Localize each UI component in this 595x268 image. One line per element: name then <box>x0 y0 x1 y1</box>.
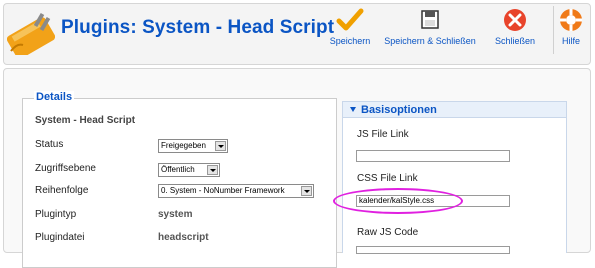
chevron-down-icon <box>215 141 226 151</box>
help-button[interactable]: Hilfe <box>556 6 586 56</box>
plugin-file-value: headscript <box>158 232 209 243</box>
details-legend: Details <box>34 91 75 103</box>
status-select-value: Freigegeben <box>161 141 206 150</box>
status-label: Status <box>35 139 64 150</box>
plugin-type-value: system <box>158 209 193 220</box>
checkmark-icon <box>336 8 364 31</box>
plug-icon <box>7 12 55 55</box>
chevron-down-icon <box>207 165 218 175</box>
page-title: Plugins: System - Head Script <box>61 17 335 38</box>
ordering-select[interactable]: 0. System - NoNumber Framework <box>158 184 314 198</box>
access-level-select-value: Öffentlich <box>161 165 195 174</box>
ordering-select-value: 0. System - NoNumber Framework <box>161 186 285 195</box>
plugin-type-label: Plugintyp <box>35 209 77 220</box>
close-button[interactable]: Schließen <box>490 6 540 56</box>
save-button[interactable]: Speichern <box>325 6 375 56</box>
toolbar-separator <box>553 6 554 54</box>
save-close-button[interactable]: Speichern & Schließen <box>380 6 480 56</box>
save-button-label: Speichern <box>329 36 371 46</box>
raw-js-code-label: Raw JS Code <box>357 227 419 238</box>
chevron-down-icon <box>301 186 312 196</box>
access-level-label: Zugriffsebene <box>35 163 96 174</box>
basic-options-header[interactable]: Basisoptionen <box>342 101 567 118</box>
access-level-select[interactable]: Öffentlich <box>158 163 220 177</box>
highlight-ellipse <box>333 188 463 214</box>
plugin-file-label: Plugindatei <box>35 232 85 243</box>
close-button-label: Schließen <box>494 36 536 46</box>
plugin-name: System - Head Script <box>35 115 136 126</box>
basic-options-title: Basisoptionen <box>361 104 437 116</box>
help-button-label: Hilfe <box>561 36 580 46</box>
save-close-icon <box>421 10 439 29</box>
ordering-label: Reihenfolge <box>35 185 89 196</box>
close-icon <box>504 9 526 31</box>
status-select[interactable]: Freigegeben <box>158 139 228 153</box>
js-file-link-label: JS File Link <box>357 129 409 140</box>
collapse-arrow-icon <box>350 107 356 112</box>
js-file-link-input[interactable] <box>356 150 510 162</box>
save-close-button-label: Speichern & Schließen <box>384 36 476 46</box>
help-icon <box>560 9 582 31</box>
css-file-link-label: CSS File Link <box>357 173 418 184</box>
